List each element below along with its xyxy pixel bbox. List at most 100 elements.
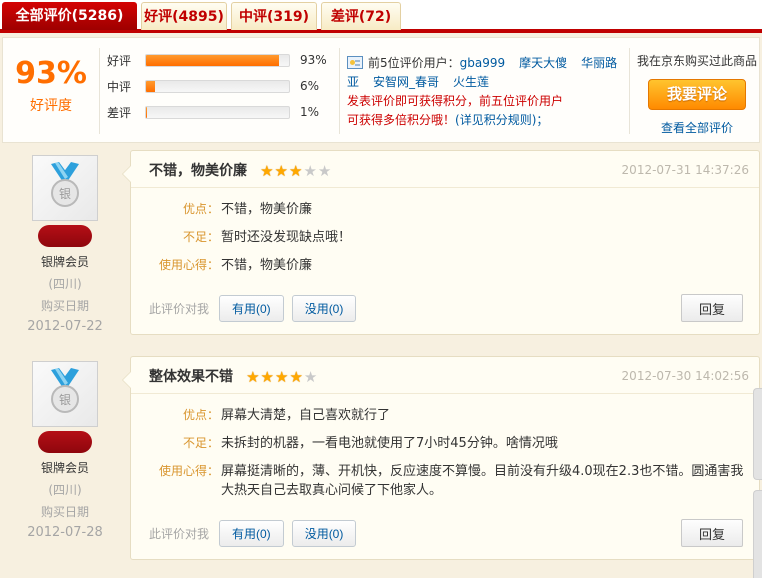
star-rating: ★★★★★ [246,368,318,386]
star-filled-icon: ★ [274,162,289,180]
points-rule-link[interactable]: (详见积分规则)； [455,113,548,127]
reviewer-name-redacted [38,225,92,247]
review-cons-row: 不足： 未拆封的机器，一看电池就使用了7小时45分钟。啥情况哦 [131,434,745,453]
bar-value: 93% [300,53,327,67]
top-user-link[interactable]: gba999 [460,56,506,70]
experience-text: 不错，物美价廉 [221,258,313,273]
cons-label: 不足： [182,436,219,450]
scrollbar-thumb[interactable] [753,388,762,480]
review-header: 不错，物美价廉 ★★★★★ 2012-07-31 14:37:26 [131,151,759,188]
card-arrow [122,371,131,389]
helpful-prefix: 此评价对我 [149,301,210,316]
review-header: 整体效果不错 ★★★★★ 2012-07-30 14:02:56 [131,357,759,394]
helpful-prefix: 此评价对我 [149,526,210,541]
tab-positive-reviews[interactable]: 好评(4895) [141,2,227,30]
tab-neutral-reviews[interactable]: 中评(319) [231,2,317,30]
rating-bar-positive: 好评 93% [107,50,339,70]
bar-track [145,105,290,119]
review-pros-row: 优点： 屏幕大清楚，自己喜欢就行了 [131,406,745,425]
review-footer: 此评价对我 有用(0) 没用(0) 回复 [131,288,759,334]
id-card-icon [347,56,363,69]
pros-label: 优点： [182,202,219,216]
star-empty-icon: ★ [317,162,333,180]
my-review-panel: 我在京东购买过此商品 我要评论 查看全部评价 [633,38,761,142]
top-users-label: 前5位评价用户： [368,56,460,70]
bar-fill [146,80,155,92]
positive-percent-label: 好评度 [30,98,72,114]
reply-button[interactable]: 回复 [680,519,743,547]
reviewer-region: (四川) [48,483,82,497]
review-item: 银 银牌会员 (四川) 购买日期 2012-07-22 不错，物美价廉 ★★★★… [0,150,762,335]
view-all-reviews-link[interactable]: 查看全部评价 [633,119,761,136]
review-cons-row: 不足： 暂时还没发现缺点哦！ [131,228,745,247]
cons-text: 暂时还没发现缺点哦！ [221,230,352,245]
star-rating: ★★★★★ [260,162,332,180]
purchase-date-label: 购买日期 [40,299,89,313]
promo-text-line2: 可获得多倍积分哦！(详见积分规则)； [347,111,625,130]
member-level: 银牌会员 [40,461,89,475]
reply-button[interactable]: 回复 [680,294,743,322]
review-date: 2012-07-31 14:37:26 [621,163,749,177]
top-reviewers-promo: 前5位评价用户：gba999 摩天大傻 华丽路亚 安智网_春哥 火生莲 发表评价即可获得… [347,54,625,130]
review-page: 全部评价(5286) 好评(4895) 中评(319) 差评(72) 93% 好… [0,0,762,578]
member-level: 银牌会员 [40,255,89,269]
review-pros-row: 优点： 不错，物美价廉 [131,200,745,219]
cons-label: 不足： [182,230,219,244]
promo-text-line1: 发表评价即可获得积分，前五位评价用户 [347,94,564,108]
divider [99,48,100,134]
tab-negative-reviews[interactable]: 差评(72) [321,2,401,30]
star-filled-icon: ★ [275,368,290,386]
rating-summary-box: 93% 好评度 好评 93% 中评 6% 差评 1% 前5位评价用户：gba99… [2,37,760,143]
useful-button[interactable]: 有用(0) [219,519,284,547]
top-user-link[interactable]: 安智网_春哥 [373,75,439,89]
star-filled-icon: ★ [289,162,304,180]
review-body: 优点： 不错，物美价廉 不足： 暂时还没发现缺点哦！ 使用心得： 不错，物美价廉 [131,188,759,288]
review-card: 整体效果不错 ★★★★★ 2012-07-30 14:02:56 优点： 屏幕大清… [122,356,760,560]
star-empty-icon: ★ [303,162,318,180]
review-item: 银 银牌会员 (四川) 购买日期 2012-07-28 整体效果不错 ★★★★★… [0,356,762,560]
divider [339,48,340,134]
bar-fill [146,106,148,118]
svg-text:银: 银 [59,393,71,407]
review-tabbar: 全部评价(5286) 好评(4895) 中评(319) 差评(72) [0,0,762,33]
bar-track [145,53,290,67]
pros-text: 屏幕大清楚，自己喜欢就行了 [221,408,391,423]
reviewer-name-redacted [38,431,92,453]
bar-value: 6% [300,79,320,93]
bar-label: 中评 [107,79,132,94]
write-review-button[interactable]: 我要评论 [648,79,746,110]
divider [629,48,630,134]
useful-button[interactable]: 有用(0) [219,294,284,322]
star-filled-icon: ★ [260,368,275,386]
bar-label: 好评 [107,53,132,68]
svg-text:银: 银 [59,187,71,201]
experience-text: 屏幕挺清晰的，薄、开机快，反应速度不算慢。目前没有升级4.0现在2.3也不错。圆… [221,464,744,498]
purchase-date-label: 购买日期 [40,505,89,519]
review-date: 2012-07-30 14:02:56 [621,369,749,383]
silver-medal-icon: 银 [32,155,98,221]
review-title: 不错，物美价廉 [149,163,247,179]
reviewer-region: (四川) [48,277,82,291]
useless-button[interactable]: 没用(0) [291,519,357,547]
purchase-date-value: 2012-07-22 [27,319,103,334]
overall-score: 93% 好评度 [3,38,99,142]
top-user-link[interactable]: 火生莲 [453,75,489,89]
review-experience-row: 使用心得： 屏幕挺清晰的，薄、开机快，反应速度不算慢。目前没有升级4.0现在2.3… [131,462,745,500]
review-title: 整体效果不错 [149,369,233,385]
purchase-date-value: 2012-07-28 [27,525,103,540]
rating-bars: 好评 93% 中评 6% 差评 1% [107,50,339,128]
promo-text-line2-red: 可获得多倍积分哦！ [347,113,456,127]
review-experience-row: 使用心得： 不错，物美价廉 [131,256,745,275]
review-footer: 此评价对我 有用(0) 没用(0) 回复 [131,513,759,559]
rating-bar-neutral: 中评 6% [107,76,339,96]
pros-label: 优点： [182,408,219,422]
tab-all-reviews[interactable]: 全部评价(5286) [2,2,137,30]
experience-label: 使用心得： [158,258,219,272]
silver-medal-icon: 银 [32,361,98,427]
star-filled-icon: ★ [289,368,304,386]
useless-button[interactable]: 没用(0) [291,294,357,322]
reviewer-info: 银 银牌会员 (四川) 购买日期 2012-07-22 [0,150,130,335]
scrollbar-thumb[interactable] [753,490,762,578]
rating-bar-negative: 差评 1% [107,102,339,122]
top-user-link[interactable]: 摩天大傻 [519,56,567,70]
